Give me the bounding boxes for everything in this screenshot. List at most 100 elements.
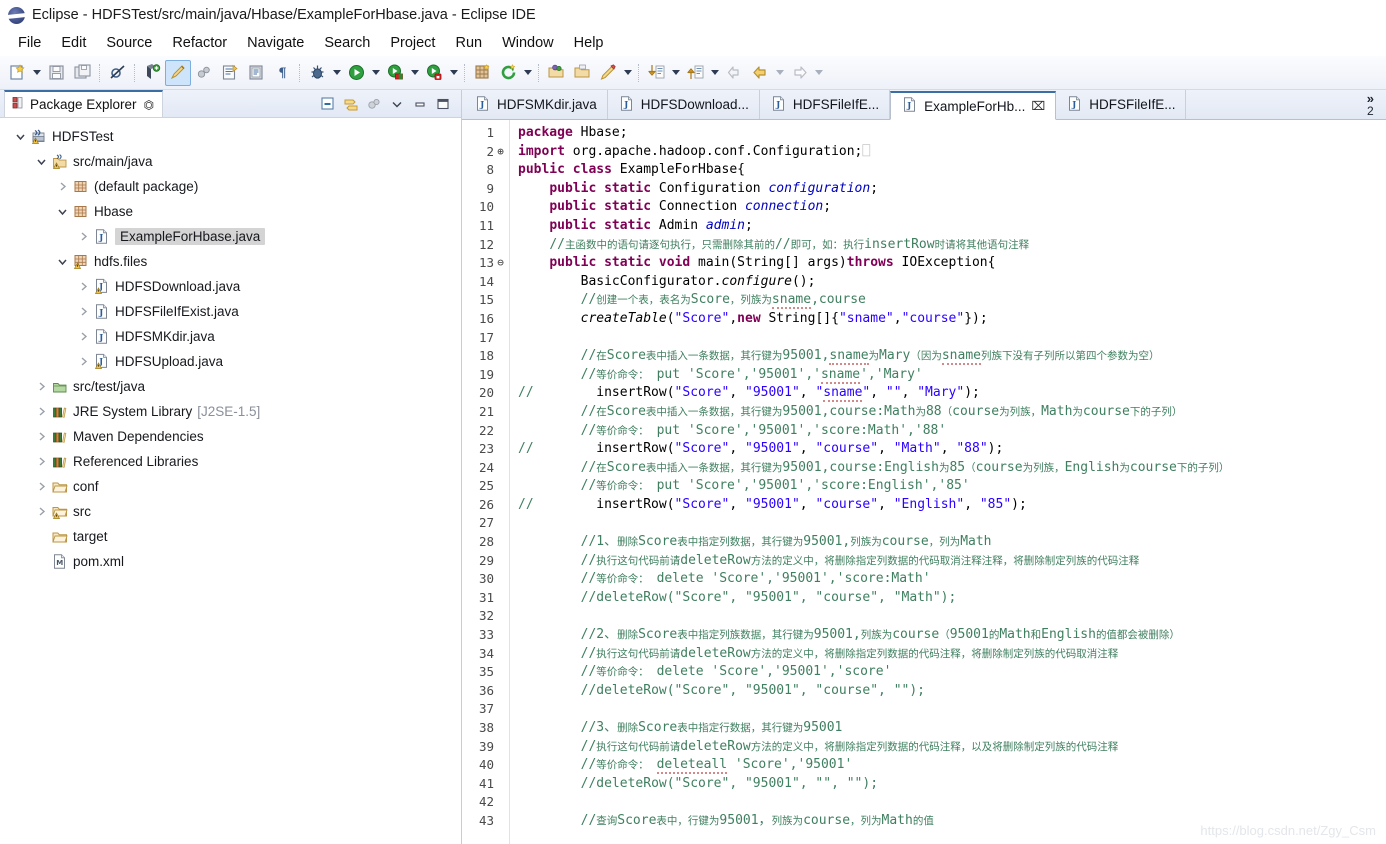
tree-item[interactable]: Referenced Libraries [0, 449, 461, 474]
menu-item-refactor[interactable]: Refactor [162, 33, 237, 53]
previous-annotation-icon[interactable] [682, 60, 708, 86]
link-with-editor-icon[interactable] [341, 94, 361, 114]
tree-item[interactable]: (default package) [0, 174, 461, 199]
back-history-disabled-icon[interactable] [721, 60, 747, 86]
chevron-right-icon[interactable] [33, 406, 49, 417]
code-line[interactable]: //等价命令： put 'Score','95001','sname','Mar… [518, 366, 1386, 385]
editor-tab[interactable]: J ExampleForHb... ⌧ [890, 91, 1057, 120]
tree-item[interactable]: J HDFSMKdir.java [0, 324, 461, 349]
code-line[interactable]: import org.apache.hadoop.conf.Configurat… [518, 143, 1386, 162]
menu-item-help[interactable]: Help [564, 33, 614, 53]
tree-item[interactable]: Hbase [0, 199, 461, 224]
chevron-right-icon[interactable] [75, 331, 91, 342]
code-line[interactable]: createTable("Score",new String[]{"sname"… [518, 310, 1386, 329]
tree-item[interactable]: src/test/java [0, 374, 461, 399]
editor-tab[interactable]: J HDFSFileIfE... [760, 90, 891, 119]
skip-all-breakpoints-icon[interactable] [104, 60, 130, 86]
code-line[interactable]: //deleteRow("Score", "95001", "course", … [518, 589, 1386, 608]
close-icon[interactable]: ⌧ [1031, 99, 1045, 113]
tree-item[interactable]: Maven Dependencies [0, 424, 461, 449]
chevron-right-icon[interactable] [33, 481, 49, 492]
chevron-down-icon[interactable] [708, 60, 721, 86]
next-annotation-icon[interactable] [643, 60, 669, 86]
back-history-icon[interactable] [747, 60, 773, 86]
view-menu-chevron-icon[interactable] [387, 94, 407, 114]
code-line[interactable]: BasicConfigurator.configure(); [518, 273, 1386, 292]
chevron-right-icon[interactable] [54, 181, 70, 192]
forward-history-icon[interactable] [786, 60, 812, 86]
code-line[interactable]: //在Score表中插入一条数据，其行键为95001,course:Math为8… [518, 403, 1386, 422]
chevron-down-icon[interactable] [621, 60, 634, 86]
menu-item-navigate[interactable]: Navigate [237, 33, 314, 53]
code-line[interactable]: //等价命令： delete 'Score','95001','score:Ma… [518, 570, 1386, 589]
tree-item[interactable]: HDFSTest [0, 124, 461, 149]
link-with-editor-icon[interactable] [191, 60, 217, 86]
code-line[interactable]: //1、删除Score表中指定列数据，其行键为95001,列族为course，列… [518, 533, 1386, 552]
code-line[interactable] [518, 607, 1386, 626]
code-line[interactable]: //在Score表中插入一条数据，其行键为95001,sname为Mary（因为… [518, 347, 1386, 366]
coverage-icon[interactable] [421, 60, 447, 86]
editor-tab[interactable]: J HDFSDownload... [608, 90, 760, 119]
code-line[interactable]: //执行这句代码前请deleteRow方法的定义中，将删除指定列数据的代码取消注… [518, 552, 1386, 571]
chevron-right-icon[interactable] [75, 356, 91, 367]
code-line[interactable]: //等价命令： put 'Score','95001','score:Math'… [518, 422, 1386, 441]
open-type-icon[interactable] [217, 60, 243, 86]
code-line[interactable] [518, 793, 1386, 812]
chevron-right-icon[interactable] [75, 306, 91, 317]
code-line[interactable]: //deleteRow("Score", "95001", "", ""); [518, 775, 1386, 794]
project-tree[interactable]: HDFSTest src/main/java (default package) Hb… [0, 118, 461, 844]
menu-item-edit[interactable]: Edit [51, 33, 96, 53]
code-line[interactable]: //在Score表中插入一条数据，其行键为95001,course:Englis… [518, 459, 1386, 478]
fold-expand-icon[interactable]: ⊕ [494, 143, 507, 162]
chevron-down-icon[interactable] [812, 60, 825, 86]
tree-item[interactable]: src [0, 499, 461, 524]
pencil-icon[interactable] [595, 60, 621, 86]
code-line[interactable]: public class ExampleForHbase{ [518, 161, 1386, 180]
chevron-right-icon[interactable] [75, 281, 91, 292]
minimize-view-icon[interactable] [410, 94, 430, 114]
chevron-down-icon[interactable] [33, 156, 49, 167]
tree-item[interactable]: JRE System Library [J2SE-1.5] [0, 399, 461, 424]
code-line[interactable] [518, 329, 1386, 348]
code-line[interactable]: //等价命令： put 'Score','95001','score:Engli… [518, 477, 1386, 496]
tree-item[interactable]: target [0, 524, 461, 549]
code-line[interactable]: //deleteRow("Score", "95001", "course", … [518, 682, 1386, 701]
menu-item-project[interactable]: Project [380, 33, 445, 53]
code-line[interactable]: // insertRow("Score", "95001", "course",… [518, 440, 1386, 459]
search-refresh-icon[interactable] [495, 60, 521, 86]
code-line[interactable]: //查询Score表中，行键为95001，列族为course，列为Math的值 [518, 812, 1386, 831]
new-package-presentation-icon[interactable] [469, 60, 495, 86]
tree-item[interactable]: J HDFSUpload.java [0, 349, 461, 374]
code-line[interactable]: //主函数中的语句请逐句执行，只需删除其前的//即可，如：执行insertRow… [518, 236, 1386, 255]
chevron-down-icon[interactable] [773, 60, 786, 86]
menu-item-file[interactable]: File [8, 33, 51, 53]
chevron-down-icon[interactable] [521, 60, 534, 86]
editor-tab[interactable]: J HDFSFileIfE... [1056, 90, 1187, 119]
new-java-package-icon[interactable] [139, 60, 165, 86]
maximize-view-icon[interactable] [433, 94, 453, 114]
chevron-down-icon[interactable] [54, 256, 70, 267]
code-line[interactable] [518, 514, 1386, 533]
java-source-editor[interactable]: 1 2 ⊕ 8 9 10 11 12 13 ⊖ 14 15 16 17 18 19 20 21 22 23 24 25 26… [462, 120, 1386, 844]
tree-item[interactable]: J HDFSDownload.java [0, 274, 461, 299]
save-all-icon[interactable] [69, 60, 95, 86]
chevron-right-icon[interactable] [33, 431, 49, 442]
code-line[interactable]: public static Connection connection; [518, 198, 1386, 217]
menu-item-window[interactable]: Window [492, 33, 564, 53]
collapse-all-icon[interactable] [318, 94, 338, 114]
run-icon[interactable] [343, 60, 369, 86]
run-external-tools-icon[interactable] [382, 60, 408, 86]
fold-collapse-icon[interactable]: ⊖ [494, 254, 507, 273]
code-line[interactable]: // insertRow("Score", "95001", "sname", … [518, 384, 1386, 403]
chevron-right-icon[interactable] [33, 506, 49, 517]
tree-item[interactable]: conf [0, 474, 461, 499]
save-icon[interactable] [43, 60, 69, 86]
editor-tab-overflow-button[interactable]: » 2 [1357, 90, 1386, 119]
code-line[interactable]: //等价命令： deleteall 'Score','95001' [518, 756, 1386, 775]
toggle-mark-occurrences-icon[interactable] [165, 59, 191, 86]
code-line[interactable]: //等价命令： delete 'Score','95001','score' [518, 663, 1386, 682]
tree-item[interactable]: J HDFSFileIfExist.java [0, 299, 461, 324]
tree-item[interactable]: Mpom.xml [0, 549, 461, 574]
chevron-down-icon[interactable] [669, 60, 682, 86]
code-line[interactable]: //执行这句代码前请deleteRow方法的定义中，将删除指定列数据的代码注释，… [518, 645, 1386, 664]
